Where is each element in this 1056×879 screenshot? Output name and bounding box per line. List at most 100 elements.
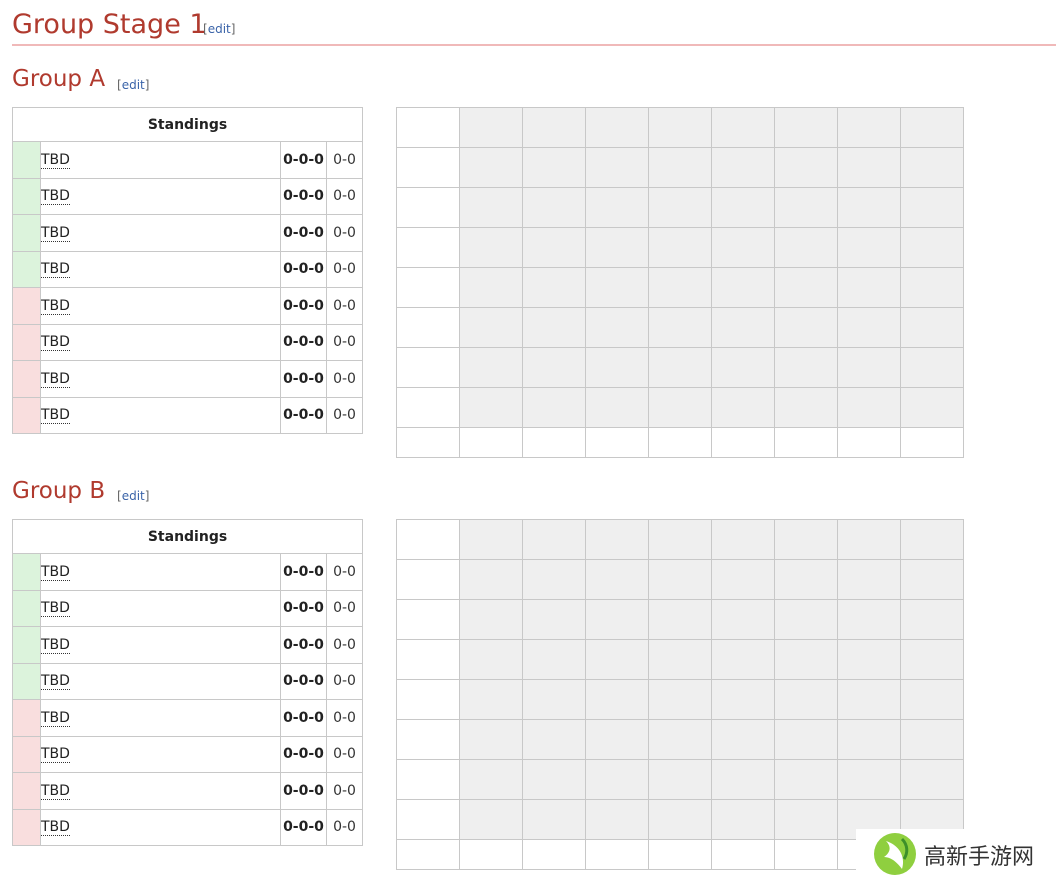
matrix-cell [459, 267, 523, 308]
team-name-link[interactable]: TBD [41, 297, 70, 315]
matrix-cell [774, 799, 838, 840]
group-a-edit-label[interactable]: edit [122, 78, 145, 92]
matrix-cell [900, 427, 964, 458]
matrix-cell [711, 307, 775, 348]
matrix-cell [459, 559, 523, 600]
standings-row: TBD 0-0-0 0-0 [12, 735, 364, 773]
matrix-label-cell [396, 267, 460, 308]
matrix-cell [837, 387, 901, 428]
standings-row: TBD 0-0-0 0-0 [12, 177, 364, 215]
matrix-row [396, 187, 964, 228]
matrix-cell [711, 227, 775, 268]
team-cell: TBD [40, 589, 281, 627]
team-name-link[interactable]: TBD [41, 188, 70, 206]
team-name-link[interactable]: TBD [41, 709, 70, 727]
matrix-row [396, 427, 964, 458]
games-cell: 0-0 [325, 396, 364, 434]
team-name-link[interactable]: TBD [41, 151, 70, 169]
status-cell [12, 699, 41, 737]
status-cell [12, 396, 41, 434]
matrix-cell [585, 759, 649, 800]
group-b-edit-label[interactable]: edit [122, 489, 145, 503]
stage-title: Group Stage 1 [12, 9, 207, 40]
matrix-cell [837, 267, 901, 308]
standings-row: TBD 0-0-0 0-0 [12, 808, 364, 846]
matrix-cell [648, 387, 712, 428]
matrix-cell [900, 599, 964, 640]
matrix-label-cell [396, 347, 460, 388]
standings-row: TBD 0-0-0 0-0 [12, 250, 364, 288]
matrix-row [396, 267, 964, 308]
team-cell: TBD [40, 323, 281, 361]
matrix-cell [837, 227, 901, 268]
matrix-cell [774, 719, 838, 760]
matrix-row [396, 227, 964, 268]
team-name-link[interactable]: TBD [41, 636, 70, 654]
team-cell: TBD [40, 699, 281, 737]
record-cell: 0-0-0 [280, 553, 327, 591]
matrix-cell [585, 347, 649, 388]
matrix-cell [837, 639, 901, 680]
matrix-cell [585, 147, 649, 188]
games-cell: 0-0 [325, 589, 364, 627]
matrix-cell [837, 719, 901, 760]
matrix-cell [837, 679, 901, 720]
team-cell: TBD [40, 553, 281, 591]
matrix-cell [774, 839, 838, 870]
standings-row: TBD 0-0-0 0-0 [12, 323, 364, 361]
group-a-standings-body: TBD 0-0-0 0-0 TBD 0-0-0 0-0 TBD 0-0-0 0-0 TBD 0-0-… [12, 141, 364, 434]
games-cell: 0-0 [325, 287, 364, 325]
standings-row: TBD 0-0-0 0-0 [12, 699, 364, 737]
matrix-cell [459, 799, 523, 840]
record-cell: 0-0-0 [280, 626, 327, 664]
team-name-link[interactable]: TBD [41, 563, 70, 581]
matrix-cell [459, 519, 523, 560]
team-name-link[interactable]: TBD [41, 261, 70, 279]
matrix-cell [711, 147, 775, 188]
games-cell: 0-0 [325, 360, 364, 398]
group-b-edit-link[interactable]: [edit] [117, 489, 149, 503]
team-name-link[interactable]: TBD [41, 673, 70, 691]
matrix-cell [900, 187, 964, 228]
team-name-link[interactable]: TBD [41, 334, 70, 352]
team-cell: TBD [40, 214, 281, 252]
matrix-cell [774, 599, 838, 640]
matrix-cell [648, 519, 712, 560]
matrix-cell [774, 267, 838, 308]
stage-edit-link[interactable]: [edit] [203, 22, 235, 36]
matrix-label-cell [396, 839, 460, 870]
matrix-cell [711, 759, 775, 800]
matrix-row [396, 719, 964, 760]
games-cell: 0-0 [325, 141, 364, 179]
status-cell [12, 589, 41, 627]
games-cell: 0-0 [325, 662, 364, 700]
team-name-link[interactable]: TBD [41, 370, 70, 388]
team-name-link[interactable]: TBD [41, 819, 70, 837]
matrix-cell [648, 799, 712, 840]
status-cell [12, 141, 41, 179]
standings-row: TBD 0-0-0 0-0 [12, 141, 364, 179]
matrix-cell [522, 147, 586, 188]
matrix-cell [711, 519, 775, 560]
team-name-link[interactable]: TBD [41, 224, 70, 242]
record-cell: 0-0-0 [280, 772, 327, 810]
team-cell: TBD [40, 250, 281, 288]
matrix-cell [522, 267, 586, 308]
team-name-link[interactable]: TBD [41, 746, 70, 764]
standings-row: TBD 0-0-0 0-0 [12, 662, 364, 700]
matrix-cell [585, 267, 649, 308]
watermark: 高新手游网 [856, 829, 1056, 879]
matrix-label-cell [396, 307, 460, 348]
team-name-link[interactable]: TBD [41, 782, 70, 800]
stage-edit-label[interactable]: edit [208, 22, 231, 36]
team-name-link[interactable]: TBD [41, 407, 70, 425]
team-name-link[interactable]: TBD [41, 600, 70, 618]
group-a-edit-link[interactable]: [edit] [117, 78, 149, 92]
status-cell [12, 250, 41, 288]
matrix-label-cell [396, 147, 460, 188]
matrix-cell [585, 307, 649, 348]
leaf-logo-icon [874, 833, 916, 875]
matrix-cell [711, 719, 775, 760]
games-cell: 0-0 [325, 553, 364, 591]
matrix-cell [585, 839, 649, 870]
